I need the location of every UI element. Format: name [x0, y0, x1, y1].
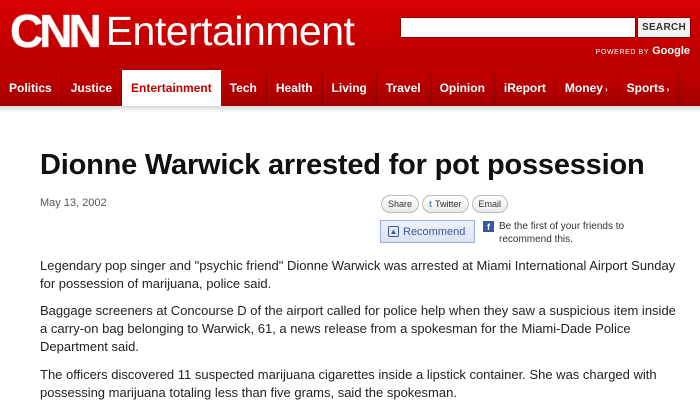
thumbs-up-icon: ▲ — [388, 226, 399, 237]
google-brand: Google — [652, 45, 690, 57]
chevron-right-icon: › — [604, 85, 608, 94]
facebook-prompt: Be the first of your friends to recommen… — [499, 221, 625, 245]
nav-item-politics[interactable]: Politics — [0, 70, 62, 106]
nav-label: Politics — [9, 81, 52, 95]
article-paragraph: Legendary pop singer and "psychic friend… — [40, 258, 676, 291]
article-paragraph: The officers discovered 11 suspected mar… — [40, 367, 657, 400]
nav-label: Opinion — [439, 81, 485, 95]
nav-item-travel[interactable]: Travel — [377, 70, 431, 106]
cnn-logo[interactable]: CNN Entertainment — [10, 5, 355, 57]
logo-text: CNN — [10, 5, 102, 57]
nav-item-health[interactable]: Health — [267, 70, 323, 106]
twitter-label: Twitter — [435, 199, 462, 209]
share-label: Share — [388, 199, 413, 209]
share-button[interactable]: Share — [381, 195, 420, 213]
main-nav: Politics Justice Entertainment Tech Heal… — [0, 70, 700, 106]
nav-label: Money — [564, 81, 603, 95]
nav-label: Tech — [229, 81, 257, 95]
twitter-icon: t — [429, 199, 433, 209]
powered-by-label: POWERED BY — [595, 49, 650, 56]
article-date: May 13, 2002 — [40, 197, 107, 209]
twitter-button[interactable]: t Twitter — [422, 195, 469, 213]
nav-item-tech[interactable]: Tech — [221, 70, 267, 106]
section-title: Entertainment — [105, 8, 355, 54]
article-headline: Dionne Warwick arrested for pot possessi… — [40, 149, 645, 181]
nav-label: Living — [331, 81, 367, 95]
nav-item-entertainment[interactable]: Entertainment — [122, 70, 221, 106]
chevron-right-icon: › — [666, 85, 670, 94]
nav-item-living[interactable]: Living — [323, 70, 377, 106]
article-paragraph: Baggage screeners at Concourse D of the … — [40, 303, 676, 354]
site-header: CNN Entertainment SEARCH POWERED BY Goog… — [0, 0, 700, 70]
email-label: Email — [478, 199, 502, 209]
share-toolbar: Share t Twitter Email — [381, 195, 509, 213]
search-input[interactable] — [400, 17, 636, 38]
search-button[interactable]: SEARCH — [637, 17, 691, 38]
nav-label: Travel — [385, 81, 421, 95]
nav-item-opinion[interactable]: Opinion — [431, 70, 495, 106]
nav-label: Justice — [70, 81, 113, 95]
recommend-label: Recommend — [403, 225, 466, 238]
nav-label: Health — [275, 81, 313, 95]
nav-item-money[interactable]: Money › — [556, 70, 618, 106]
nav-label: Sports — [626, 81, 665, 95]
email-button[interactable]: Email — [471, 195, 509, 213]
nav-item-justice[interactable]: Justice — [62, 70, 123, 106]
nav-shadow — [0, 106, 700, 112]
nav-label: iReport — [503, 81, 546, 95]
nav-item-sports[interactable]: Sports › — [618, 70, 680, 106]
facebook-recommend-button[interactable]: ▲ Recommend — [380, 220, 475, 243]
powered-by-google: POWERED BY Google — [596, 45, 690, 57]
facebook-icon: f — [483, 221, 494, 232]
nav-item-ireport[interactable]: iReport — [495, 70, 556, 106]
nav-label: Entertainment — [131, 81, 212, 95]
